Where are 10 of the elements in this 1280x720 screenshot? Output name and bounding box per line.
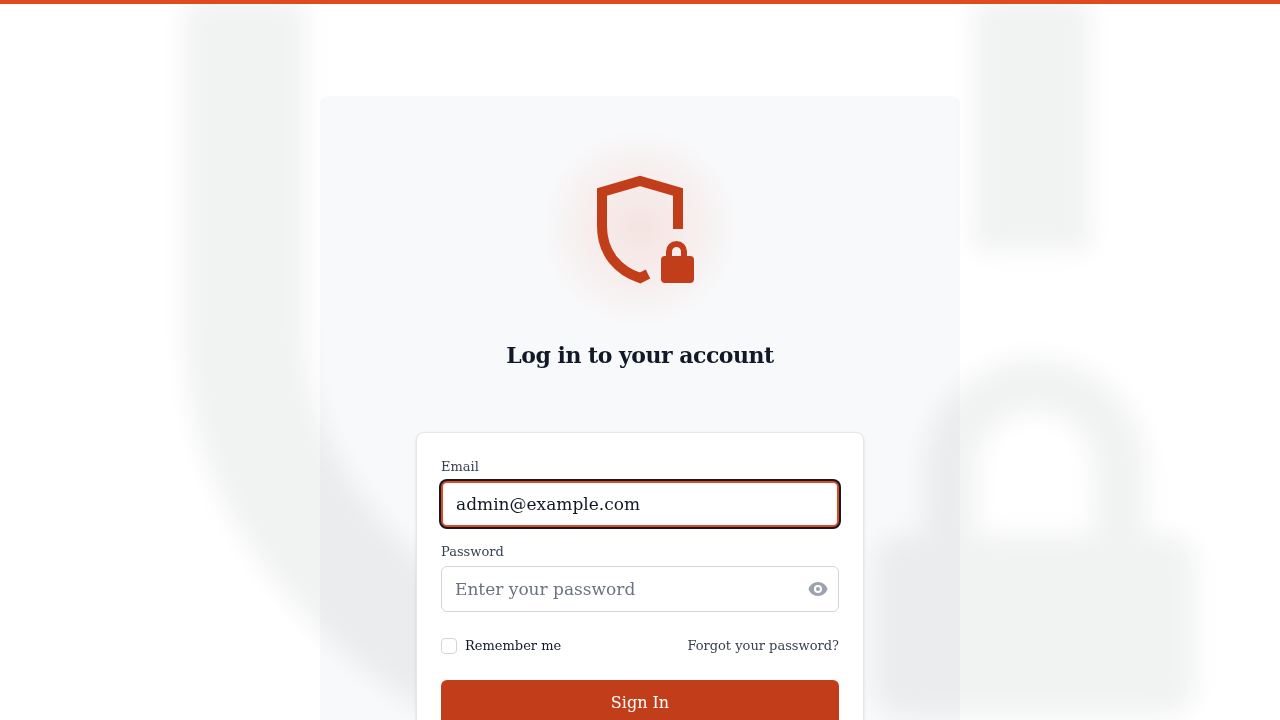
forgot-password-link[interactable]: Forgot your password? [687, 636, 839, 656]
page-heading: Log in to your account [506, 341, 774, 370]
email-field[interactable]: admin@example.com [441, 481, 839, 527]
password-field[interactable]: Enter your password [441, 566, 839, 612]
shield-lock-icon [596, 174, 694, 284]
remember-me-label: Remember me [465, 637, 562, 655]
field-label: Password [441, 543, 505, 561]
remember-checkbox[interactable] [441, 637, 457, 654]
sign-in-button[interactable]: Sign In [441, 679, 839, 720]
field-label: Email [441, 458, 480, 476]
